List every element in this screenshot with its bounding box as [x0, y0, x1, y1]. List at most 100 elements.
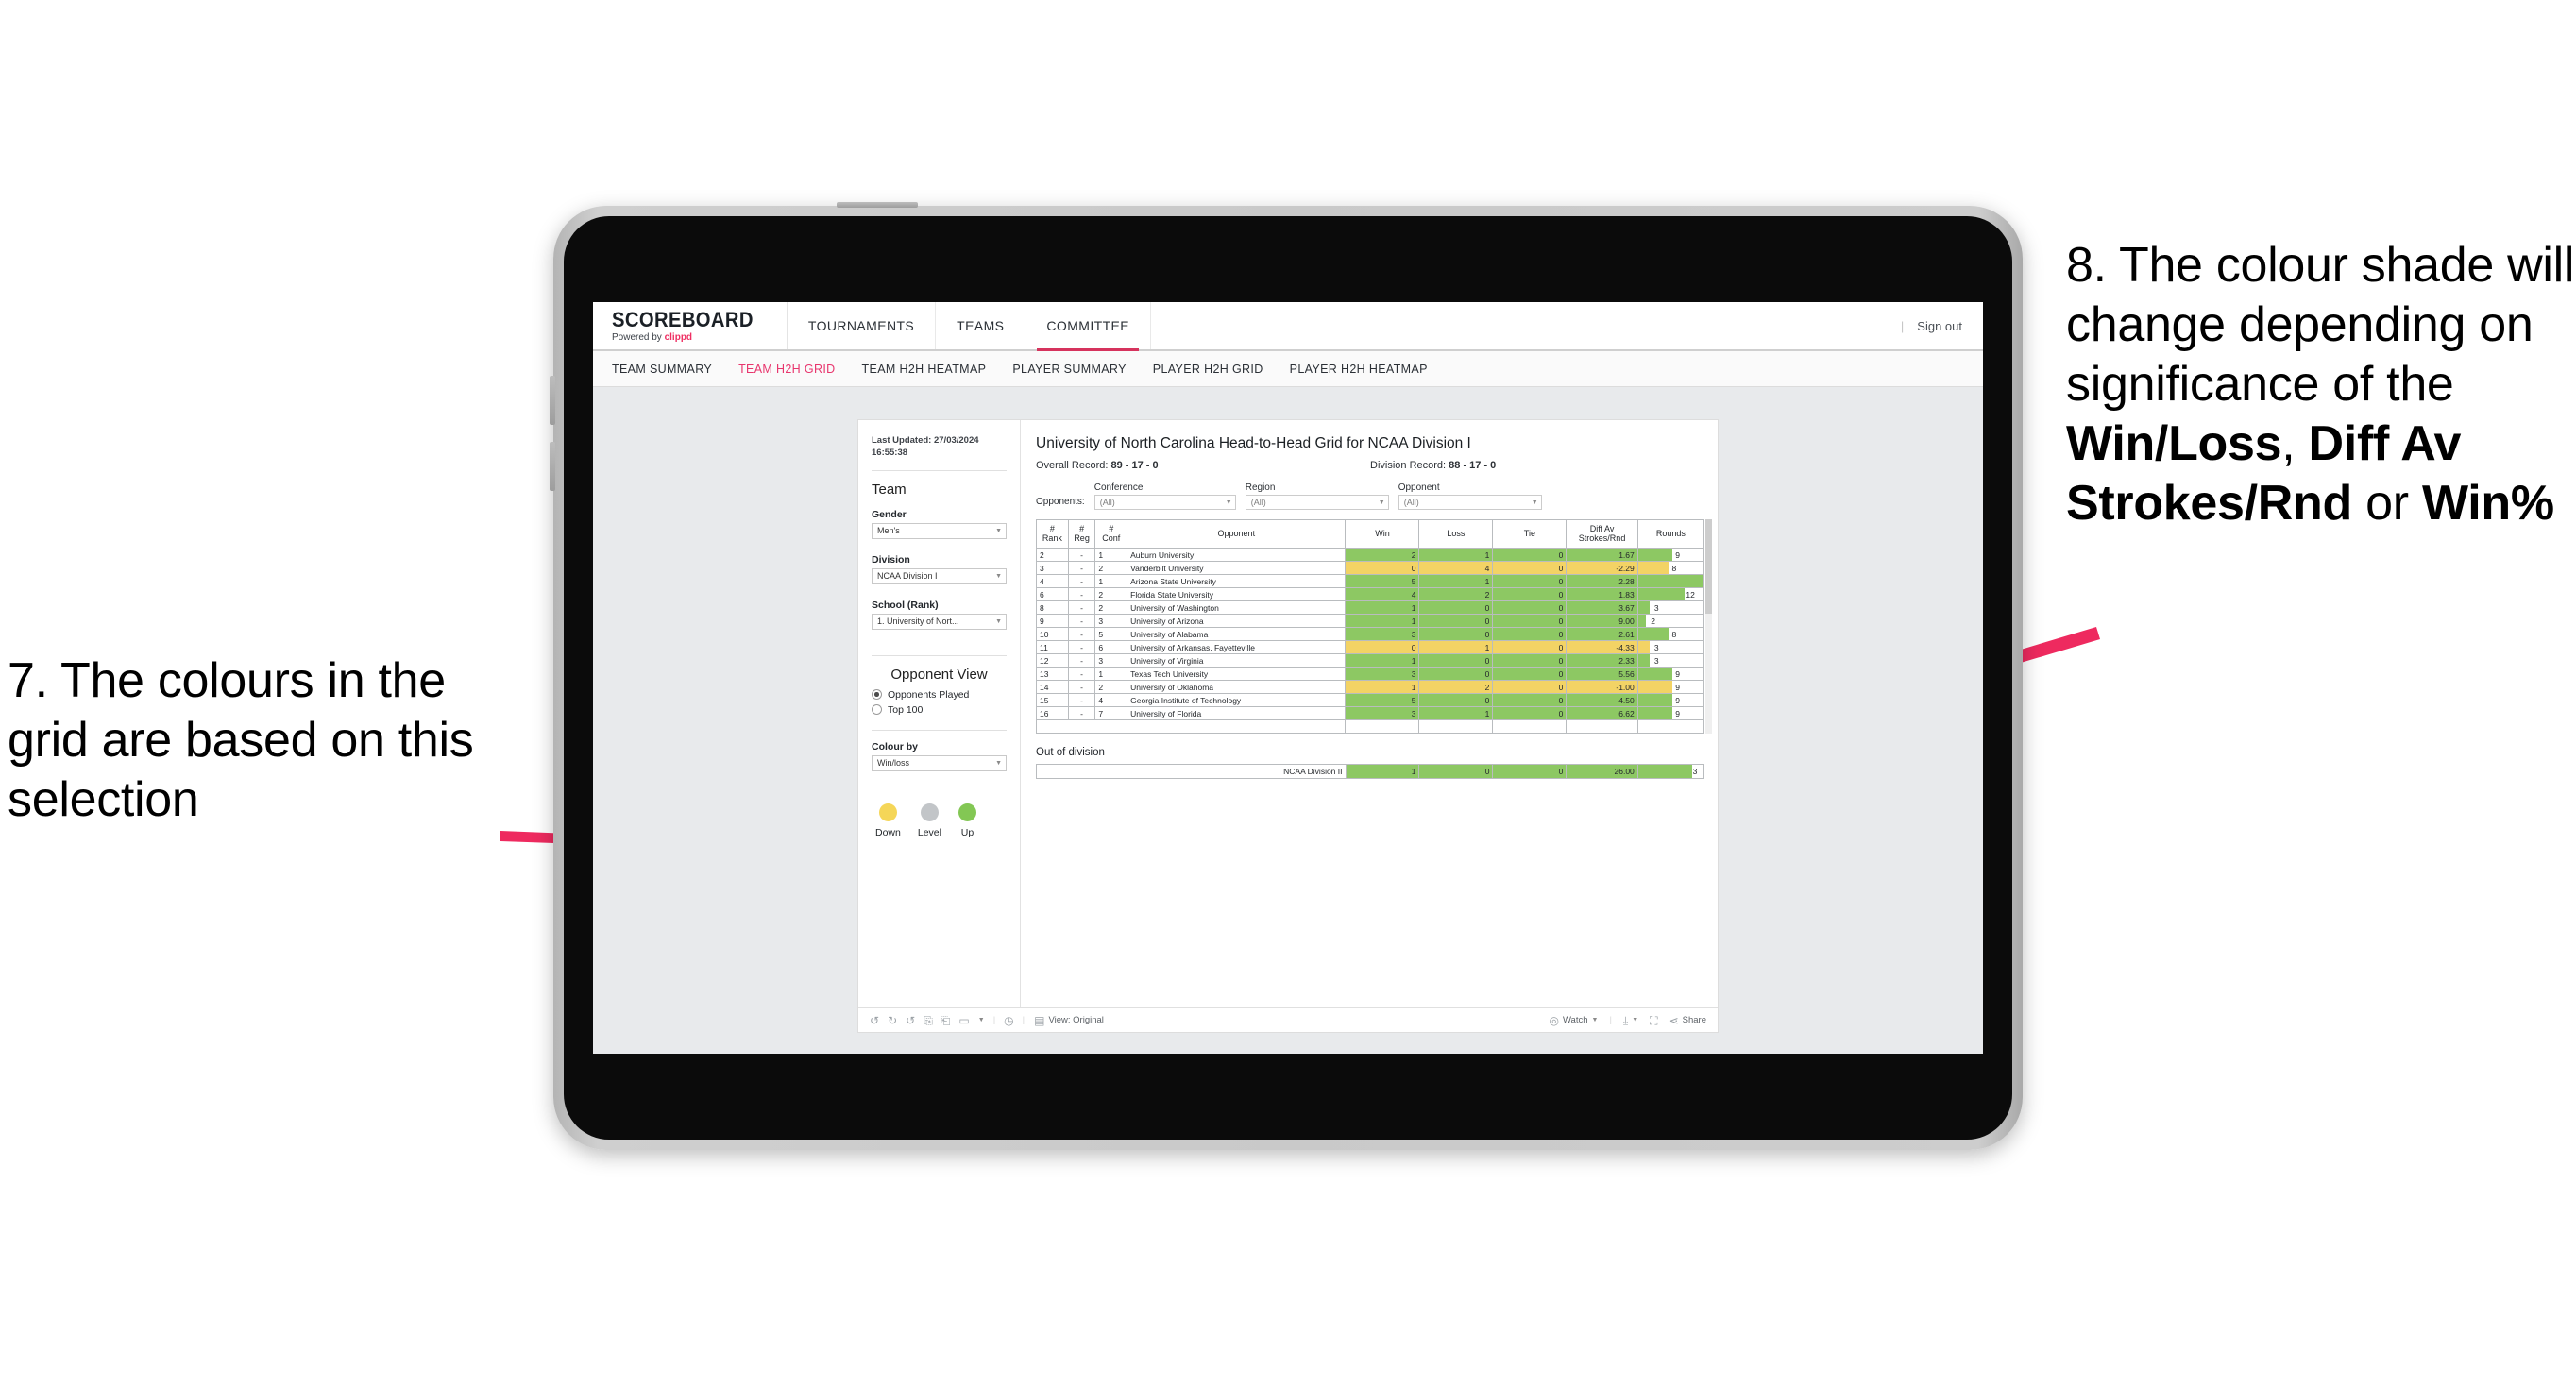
cell-opponent: University of Florida — [1127, 706, 1347, 720]
radio-opponents-played-label: Opponents Played — [888, 688, 970, 701]
table-row[interactable]: 12-3 University of Virginia 1 0 0 2.33 3 — [1036, 653, 1705, 668]
table-row[interactable]: 3-2 Vanderbilt University 0 4 0 -2.29 8 — [1036, 561, 1705, 575]
toolbar-right-group: ◎ Watch ▼ | ⤓ ▼ ⛶ ⋖ Share — [1549, 1015, 1706, 1026]
clock-icon[interactable]: ◷ — [1004, 1015, 1013, 1026]
cell-rounds: 8 — [1636, 627, 1705, 641]
filter-conference-select[interactable]: (All) ▼ — [1093, 495, 1236, 510]
download-button[interactable]: ⤓ ▼ — [1623, 1015, 1638, 1026]
refresh-data-icon[interactable]: ⎘ — [924, 1015, 933, 1026]
rounds-bar — [1638, 549, 1673, 561]
watch-button[interactable]: ◎ Watch ▼ — [1549, 1015, 1598, 1026]
subnav-item-team-h2h-grid[interactable]: TEAM H2H GRID — [738, 363, 835, 376]
table-row[interactable]: 4-1Arizona State University5102.2817 — [1036, 574, 1705, 588]
workspace: Last Updated: 27/03/2024 16:55:38 Team G… — [593, 389, 1983, 1054]
redo-icon[interactable]: ↻ — [888, 1015, 897, 1026]
col-rank[interactable]: # Rank — [1036, 519, 1069, 549]
table-row[interactable]: 15-4 Georgia Institute of Technology 5 0 0 4.… — [1036, 693, 1705, 707]
cell-diff-av-strokes: 2.28 — [1566, 574, 1638, 588]
grid-vertical-scrollbar[interactable] — [1705, 519, 1712, 734]
col-reg[interactable]: # Reg — [1067, 519, 1096, 549]
cell-win: 5 — [1345, 693, 1420, 707]
grid-scrollbar-thumb[interactable] — [1705, 519, 1712, 614]
cell-win: 1 — [1345, 680, 1420, 694]
table-row[interactable]: 9-3 University of Arizona 1 0 0 9.00 2 — [1036, 614, 1705, 628]
cell-rank: 12 — [1036, 653, 1069, 668]
table-filler-row — [1035, 719, 1705, 734]
colour-by-select[interactable]: Win/loss ▼ — [872, 754, 1007, 771]
visualization-card: Last Updated: 27/03/2024 16:55:38 Team G… — [857, 419, 1719, 1033]
gender-select[interactable]: Men's ▼ — [872, 522, 1007, 539]
col-loss[interactable]: Loss — [1418, 519, 1494, 549]
division-record-value: 88 - 17 - 0 — [1449, 460, 1497, 471]
filler-tie — [1492, 719, 1568, 734]
filter-region-value: (All) — [1250, 498, 1266, 507]
share-button[interactable]: ⋖ Share — [1669, 1015, 1706, 1026]
filter-opponent-select[interactable]: (All) ▼ — [1398, 495, 1542, 510]
out-of-division-row[interactable]: NCAA Division II 1 0 0 26.00 3 — [1036, 764, 1705, 779]
table-row[interactable]: 16-7 University of Florida 3 1 0 6.62 9 — [1036, 706, 1705, 720]
rounds-value: 3 — [1653, 655, 1659, 666]
cell-rounds: 12 — [1636, 587, 1705, 601]
table-row[interactable]: 11-6 University of Arkansas, Fayetteville… — [1036, 640, 1705, 654]
h2h-grid-table: # Rank # Reg # Conf Opponent Win Loss Tie D… — [1035, 519, 1705, 734]
sidebar-divider-3 — [872, 729, 1007, 731]
cell-conf: 7 — [1094, 706, 1128, 720]
brand-logo[interactable]: SCOREBOARD Powered by clippd — [593, 302, 788, 349]
brand-subtitle: Powered by clippd — [612, 332, 766, 343]
undo-icon[interactable]: ↺ — [870, 1015, 879, 1026]
cell-reg: - — [1067, 640, 1096, 654]
rounds-bar — [1638, 575, 1703, 587]
col-rounds[interactable]: Rounds — [1636, 519, 1705, 549]
radio-opponents-played[interactable]: Opponents Played — [872, 689, 1007, 701]
view-original-button[interactable]: ▤ View: Original — [1034, 1015, 1104, 1026]
col-win[interactable]: Win — [1345, 519, 1420, 549]
col-diff-av-strokes[interactable]: Diff Av Strokes/Rnd — [1566, 519, 1638, 549]
col-conf[interactable]: # Conf — [1094, 519, 1128, 549]
cell-win: 2 — [1345, 548, 1420, 562]
rounds-bar — [1638, 681, 1673, 693]
subnav-item-player-summary[interactable]: PLAYER SUMMARY — [1012, 363, 1126, 376]
tablet-power-button[interactable] — [837, 202, 918, 208]
chevron-down-icon[interactable]: ▼ — [978, 1017, 985, 1023]
division-select[interactable]: NCAA Division I ▼ — [872, 567, 1007, 584]
rounds-bar — [1638, 562, 1669, 574]
rounds-value: 8 — [1671, 563, 1677, 573]
subnav-item-team-summary[interactable]: TEAM SUMMARY — [612, 363, 712, 376]
revert-icon[interactable]: ↺ — [906, 1015, 915, 1026]
cell-rounds: 8 — [1636, 561, 1705, 575]
table-row[interactable]: 14-2 University of Oklahoma 1 2 0 -1.00 9 — [1036, 680, 1705, 694]
secondary-nav: TEAM SUMMARY TEAM H2H GRID TEAM H2H HEAT… — [593, 351, 1983, 387]
rounds-bar — [1638, 654, 1650, 667]
topnav-item-committee[interactable]: COMMITTEE — [1025, 302, 1151, 351]
table-row[interactable]: 13-1 Texas Tech University 3 0 0 5.56 9 — [1036, 667, 1705, 681]
col-opponent[interactable]: Opponent — [1127, 519, 1347, 549]
tablet-volume-up-button[interactable] — [550, 376, 555, 425]
cell-opponent: University of Arizona — [1127, 614, 1347, 628]
tablet-volume-down-button[interactable] — [550, 442, 555, 491]
cell-diff-av-strokes: -2.29 — [1566, 561, 1638, 575]
school-rank-select[interactable]: 1. University of Nort... ▼ — [872, 613, 1007, 630]
filter-region-select[interactable]: (All) ▼ — [1245, 495, 1389, 510]
subnav-item-player-h2h-heatmap[interactable]: PLAYER H2H HEATMAP — [1290, 363, 1428, 376]
cell-rounds: 2 — [1636, 614, 1705, 628]
table-row[interactable]: 10-5 University of Alabama 3 0 0 2.61 8 — [1036, 627, 1705, 641]
fullscreen-icon[interactable]: ⛶ — [1650, 1015, 1657, 1026]
table-row[interactable]: 6-2 Florida State University 4 2 0 1.83 12 — [1036, 587, 1705, 601]
pause-auto-update-icon[interactable]: ⎗ — [941, 1015, 951, 1026]
app-topbar: SCOREBOARD Powered by clippd TOURNAMENTS… — [593, 302, 1983, 351]
topnav-item-tournaments[interactable]: TOURNAMENTS — [788, 302, 937, 349]
cell-rank: 6 — [1036, 587, 1069, 601]
topnav-item-teams[interactable]: TEAMS — [936, 302, 1026, 349]
col-tie[interactable]: Tie — [1492, 519, 1568, 549]
subnav-item-player-h2h-grid[interactable]: PLAYER H2H GRID — [1153, 363, 1263, 376]
subnav-item-team-h2h-heatmap[interactable]: TEAM H2H HEATMAP — [862, 363, 987, 376]
table-row[interactable]: 8-2 University of Washington 1 0 0 3.67 3 — [1036, 600, 1705, 615]
signout-link[interactable]: Sign out — [1917, 319, 1962, 333]
annotation-right-line1: 8. The colour shade will change dependin… — [2066, 238, 2575, 412]
chevron-down-icon: ▼ — [1378, 499, 1385, 506]
table-row[interactable]: 2-1 Auburn University 2 1 0 1.67 9 — [1036, 548, 1705, 562]
rounds-value: 3 — [1692, 767, 1698, 776]
viz-bottom-toolbar: ↺ ↻ ↺ ⎘ ⎗ ▭ ▼ | ◷ | ▤ View: Original ◎ W… — [858, 1007, 1718, 1032]
highlight-icon[interactable]: ▭ — [958, 1015, 969, 1026]
radio-top-100[interactable]: Top 100 — [872, 704, 1007, 716]
